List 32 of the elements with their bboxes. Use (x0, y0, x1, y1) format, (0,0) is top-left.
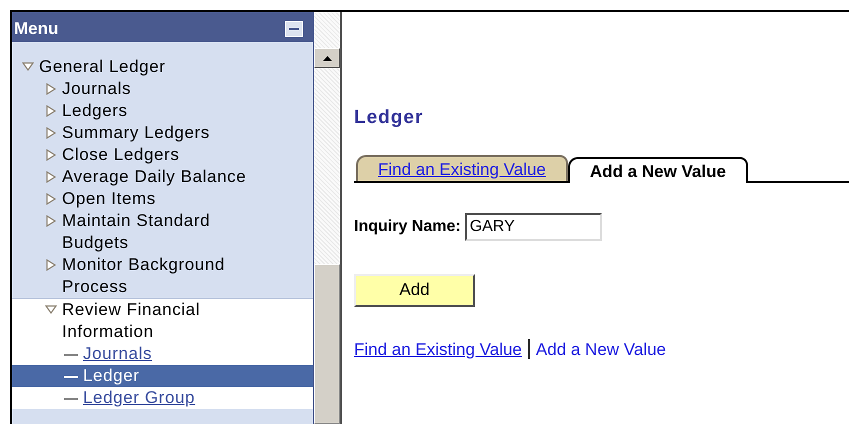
dash-icon (64, 375, 78, 379)
page-title: Ledger (354, 106, 424, 130)
caret-right-icon (45, 149, 57, 161)
menu-title: Menu (14, 18, 58, 40)
scroll-up-button[interactable] (314, 48, 340, 68)
dash-icon (64, 353, 78, 357)
menu-item[interactable]: Journals (12, 343, 313, 365)
caret-right-icon (45, 105, 57, 117)
scroll-thumb[interactable] (314, 264, 340, 424)
link[interactable]: Add a New Value (536, 336, 666, 362)
caret-right-icon (45, 127, 57, 139)
tab[interactable]: Find an Existing Value (356, 154, 568, 180)
field-label: Inquiry Name: (354, 216, 461, 236)
dash-icon (64, 397, 78, 401)
menu-item[interactable]: Ledger Group (12, 387, 313, 409)
caret-down-icon (22, 61, 34, 73)
caret-right-icon (45, 171, 57, 183)
minus-icon (289, 28, 299, 30)
caret-right-icon (45, 83, 57, 95)
tab[interactable]: Add a New Value (568, 156, 748, 182)
scrollbar[interactable] (314, 12, 342, 424)
caret-right-icon (45, 215, 57, 227)
caret-right-icon (45, 193, 57, 205)
inquiry-name-field[interactable]: GARY (464, 212, 602, 240)
add-button[interactable]: Add (354, 274, 475, 306)
caret-down-icon (45, 304, 57, 316)
caret-right-icon (45, 259, 57, 271)
menu-item[interactable]: Ledger (12, 365, 313, 387)
link[interactable]: Find an Existing Value (354, 336, 522, 362)
menu-item[interactable]: Review Financial Information (12, 298, 313, 343)
up-arrow-icon (322, 56, 332, 60)
collapse-button[interactable] (285, 21, 303, 37)
